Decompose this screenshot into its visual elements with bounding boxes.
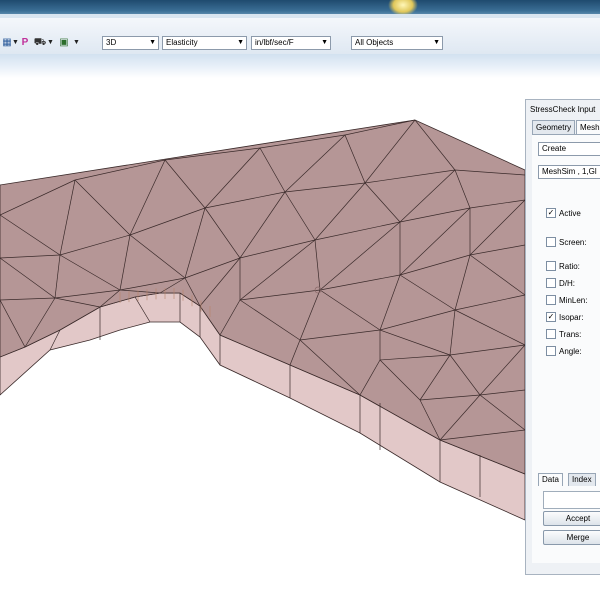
minlen-label: MinLen: <box>559 296 588 305</box>
checkbox[interactable]: ✓ <box>546 207 556 218</box>
panel-title: StressCheck Input <box>530 105 596 114</box>
chevron-down-icon[interactable]: ▼ <box>73 39 80 46</box>
checkbox[interactable] <box>546 236 556 247</box>
mesh-viewport[interactable] <box>0 78 600 600</box>
chevron-down-icon: ▼ <box>149 39 156 46</box>
dh-checkbox-row[interactable]: D/H: <box>546 277 575 290</box>
merge-button[interactable]: Merge <box>543 530 600 545</box>
tab-geometry[interactable]: Geometry <box>532 120 576 134</box>
tab-data[interactable]: Data <box>538 473 563 486</box>
viewport-header-gradient <box>0 54 600 78</box>
toolbar-icon-4[interactable]: ⛟ <box>33 37 47 49</box>
units-select[interactable]: in/lbf/sec/F ▼ <box>251 36 331 50</box>
checkbox[interactable] <box>546 294 556 305</box>
analysis-type-select[interactable]: Elasticity ▼ <box>162 36 247 50</box>
ratio-checkbox-row[interactable]: Ratio: <box>546 260 580 273</box>
stresscheck-input-panel: StressCheck Input Geometry Mesh Create M… <box>525 99 600 575</box>
accept-button[interactable]: Accept <box>543 511 600 526</box>
toolbar-icon-5[interactable]: ▣ <box>57 37 71 49</box>
window-top-strip <box>0 0 600 18</box>
data-field[interactable] <box>543 491 600 509</box>
view-mode-select[interactable]: 3D ▼ <box>102 36 159 50</box>
tab-mesh[interactable]: Mesh <box>576 120 600 134</box>
chevron-down-icon: ▼ <box>237 39 244 46</box>
screen-checkbox-row[interactable]: Screen: <box>546 236 587 249</box>
angle-label: Angle: <box>559 347 582 356</box>
checkbox[interactable] <box>546 277 556 288</box>
p-icon[interactable]: P <box>18 37 32 49</box>
checkbox[interactable]: ✓ <box>546 311 556 322</box>
ratio-label: Ratio: <box>559 262 580 271</box>
checkbox[interactable] <box>546 328 556 339</box>
analysis-type-value: Elasticity <box>166 38 198 47</box>
trans-label: Trans: <box>559 330 582 339</box>
trans-checkbox-row[interactable]: Trans: <box>546 328 582 341</box>
angle-checkbox-row[interactable]: Angle: <box>546 345 582 358</box>
view-mode-value: 3D <box>106 38 117 47</box>
checkbox[interactable] <box>546 345 556 356</box>
screen-label: Screen: <box>559 238 587 247</box>
units-value: in/lbf/sec/F <box>255 38 294 47</box>
object-filter-value: All Objects <box>355 38 394 47</box>
tab-index[interactable]: Index <box>568 473 596 486</box>
object-filter-select[interactable]: All Objects ▼ <box>351 36 443 50</box>
minlen-checkbox-row[interactable]: MinLen: <box>546 294 588 307</box>
dh-label: D/H: <box>559 279 575 288</box>
toolbar: ▦ ▼ P ⛟ ▼ ▣ ▼ 3D ▼ Elasticity ▼ in/lbf/s… <box>0 18 600 55</box>
chevron-down-icon[interactable]: ▼ <box>47 39 54 46</box>
chevron-down-icon: ▼ <box>433 39 440 46</box>
isopar-checkbox-row[interactable]: ✓ Isopar: <box>546 311 584 324</box>
action-select[interactable]: Create <box>538 142 600 156</box>
active-checkbox-row[interactable]: ✓ Active <box>546 207 581 220</box>
chevron-down-icon: ▼ <box>321 39 328 46</box>
checkbox[interactable] <box>546 260 556 271</box>
isopar-label: Isopar: <box>559 313 584 322</box>
active-label: Active <box>559 209 581 218</box>
mesh-type-select[interactable]: MeshSim , 1,Gl <box>538 165 600 179</box>
